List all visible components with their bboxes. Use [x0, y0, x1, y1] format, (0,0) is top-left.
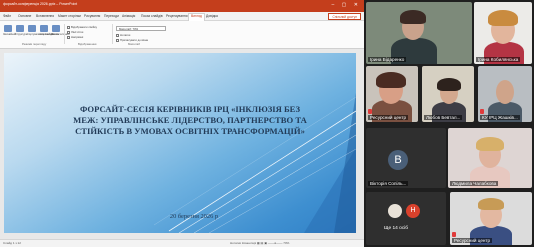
outline-view-button[interactable]: Структура	[15, 25, 28, 37]
person-hair	[400, 10, 426, 24]
tab-home[interactable]: Основне	[18, 14, 31, 18]
participant-tile[interactable]: В Вікторія Сопіль...	[366, 128, 446, 188]
participant-name: Людмила Чалабкова	[450, 181, 499, 186]
participant-tile[interactable]: Ірина Кобилянська	[474, 2, 532, 64]
ribbon-view: Звичайний Структура Сортувальник слайдів…	[0, 21, 364, 49]
guides-checkbox[interactable]: Напрямні	[67, 35, 83, 39]
person-hair	[376, 72, 406, 88]
desktop: форсайт-конференція 2026.pptx – PowerPoi…	[0, 0, 534, 247]
tab-layout[interactable]: Макет сторінки	[58, 14, 81, 18]
normal-view-button[interactable]: Звичайний	[3, 25, 16, 37]
slide-sorter-button[interactable]: Сортувальник слайдів	[27, 25, 54, 37]
tab-file[interactable]: Файл	[3, 14, 11, 18]
person-hair	[437, 78, 461, 91]
group-label-show: Відображення	[78, 42, 97, 46]
slide-sorter-label: Сортувальник слайдів	[27, 33, 54, 36]
person-hair	[478, 198, 504, 210]
reading-view-icon	[52, 25, 60, 32]
powerpoint-title-bar: форсайт-конференція 2026.pptx – PowerPoi…	[0, 0, 364, 12]
gridlines-checkbox[interactable]: Лінії сітки	[67, 30, 83, 34]
outline-view-icon	[16, 25, 24, 32]
slide-title: ФОРСАЙТ-СЕСІЯ КЕРІВНИКІВ ІРЦ «ІНКЛЮЗІЯ Б…	[73, 104, 307, 136]
person-hair	[488, 10, 518, 26]
tab-review[interactable]: Рецензування	[166, 14, 188, 18]
tab-animations[interactable]: Анімація	[122, 14, 135, 18]
notes-checkbox[interactable]: Нотатки	[116, 33, 130, 37]
participant-name: Ресурсний центр	[368, 115, 409, 120]
participant-tile[interactable]: Ресурсний центр	[450, 192, 532, 245]
tab-help[interactable]: Довідка	[206, 14, 218, 18]
notes-page-label: Сторінки нотаток	[39, 33, 60, 36]
tab-draw[interactable]: Рисування	[84, 14, 100, 18]
reading-view-button[interactable]: Режим читання	[51, 25, 70, 37]
tab-slideshow[interactable]: Показ слайдів	[141, 14, 163, 18]
reading-view-label: Режим читання	[51, 33, 70, 36]
video-gallery: Ірина Бідаренко Ірина Кобилянська Ресурс…	[364, 0, 534, 247]
participant-name: Ірина Кобилянська	[476, 57, 521, 62]
notes-page-button[interactable]: Сторінки нотаток	[39, 25, 60, 37]
share-button[interactable]: Спільний доступ	[328, 13, 361, 20]
status-controls[interactable]: Нотатки Коментарі ▦ ▤ ▣ ───●─── 70%	[230, 241, 289, 245]
window-title: форсайт-конференція 2026.pptx – PowerPoi…	[3, 2, 78, 6]
person-face	[496, 80, 514, 104]
ribbon-tabs: Файл Основне Вставлення Макет сторінки Р…	[0, 12, 364, 21]
tab-view[interactable]: Вигляд	[188, 13, 205, 21]
notes-page-icon	[40, 25, 48, 32]
slide-decoration	[153, 53, 356, 233]
slide-date: 20 березня 2026 р	[169, 213, 219, 220]
person-hair	[476, 137, 504, 151]
participant-name: Любов Бевтал...	[424, 115, 463, 120]
participant-tile[interactable]: Ірина Бідаренко	[366, 2, 472, 64]
ruler-checkbox[interactable]: Відображати лінійку	[67, 25, 97, 29]
more-participants-tile[interactable]: Н Ще 14 осіб	[366, 192, 446, 245]
participant-name: КУ ІРЦ Жашків...	[480, 115, 520, 120]
zoom-field[interactable]: Масштаб: 70%	[116, 26, 166, 31]
muted-mic-icon	[368, 109, 372, 114]
group-label-views: Режими перегляду	[22, 42, 47, 46]
group-label-zoom: Масштаб	[128, 42, 140, 46]
slide-canvas[interactable]: ФОРСАЙТ-СЕСІЯ КЕРІВНИКІВ ІРЦ «ІНКЛЮЗІЯ Б…	[0, 49, 364, 239]
muted-mic-icon	[452, 232, 456, 237]
participant-name: Ірина Бідаренко	[368, 57, 407, 62]
mini-avatar: Н	[406, 204, 420, 218]
status-bar: Слайд 1 з 12 Нотатки Коментарі ▦ ▤ ▣ ───…	[0, 239, 364, 247]
participant-tile[interactable]: КУ ІРЦ Жашків...	[478, 66, 532, 122]
tab-transitions[interactable]: Переходи	[104, 14, 119, 18]
participant-tile[interactable]: Людмила Чалабкова	[448, 128, 532, 188]
participant-tile[interactable]: Любов Бевтал...	[422, 66, 474, 122]
normal-view-icon	[4, 25, 12, 32]
avatar: В	[388, 150, 408, 170]
slide-counter: Слайд 1 з 12	[3, 241, 21, 245]
more-participants-label: Ще 14 осіб	[384, 226, 409, 231]
ribbon-divider	[64, 24, 65, 44]
participant-tile[interactable]: Ресурсний центр	[366, 66, 418, 122]
shared-screen: форсайт-конференція 2026.pptx – PowerPoi…	[0, 0, 364, 247]
window-controls[interactable]: – ▢ ✕	[332, 2, 361, 8]
muted-mic-icon	[480, 109, 484, 114]
outline-view-label: Структура	[15, 33, 28, 36]
slide[interactable]: ФОРСАЙТ-СЕСІЯ КЕРІВНИКІВ ІРЦ «ІНКЛЮЗІЯ Б…	[4, 53, 356, 233]
slide-sorter-icon	[28, 25, 36, 32]
participant-name: Вікторія Сопіль...	[368, 181, 409, 186]
mini-avatar	[388, 204, 402, 218]
tab-insert[interactable]: Вставлення	[36, 14, 54, 18]
normal-view-label: Звичайний	[3, 33, 16, 36]
participant-name: Ресурсний центр	[452, 238, 493, 243]
ribbon-divider	[112, 24, 113, 44]
